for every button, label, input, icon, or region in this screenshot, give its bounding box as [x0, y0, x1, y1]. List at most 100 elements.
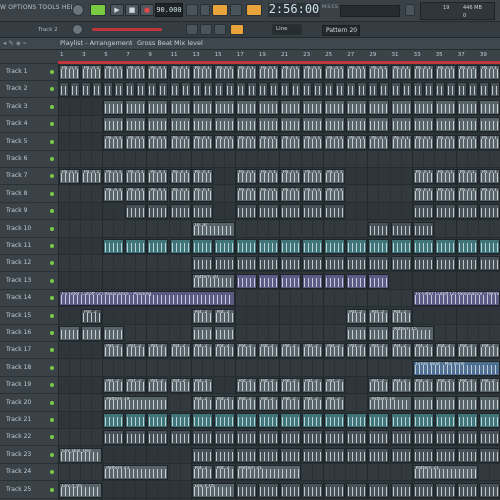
pattern-clip[interactable]	[368, 117, 390, 133]
pattern-clip[interactable]: Pa..n 1	[478, 65, 500, 80]
pattern-clip[interactable]: Pa..n 1	[257, 65, 279, 80]
pattern-clip[interactable]	[434, 117, 456, 133]
track-header[interactable]: Track 10	[0, 221, 58, 238]
pattern-clip[interactable]	[390, 482, 412, 498]
pattern-clip[interactable]	[147, 82, 158, 98]
pattern-clip[interactable]	[191, 413, 213, 428]
countdown-icon[interactable]	[212, 4, 228, 16]
pattern-clip[interactable]	[191, 99, 213, 115]
pattern-clip[interactable]: Pa..n 1	[125, 134, 147, 150]
pattern-clip[interactable]	[434, 239, 456, 254]
pattern-clip[interactable]	[412, 482, 434, 498]
pattern-clip[interactable]: Pa..n 1	[81, 65, 103, 80]
pattern-clip[interactable]	[346, 273, 368, 289]
pattern-clip[interactable]: Pa..n 1	[191, 134, 213, 150]
pattern-clip[interactable]: Pat..2	[324, 395, 346, 411]
track-header[interactable]: Track 21	[0, 412, 58, 429]
track-header[interactable]: Track 6	[0, 151, 58, 168]
pattern-clip[interactable]	[213, 430, 235, 446]
pattern-clip[interactable]	[456, 256, 478, 272]
track-mute-led[interactable]	[50, 418, 54, 422]
pattern-clip[interactable]: Pat..2	[257, 395, 279, 411]
pattern-clip[interactable]: Pat..2	[368, 378, 390, 394]
pattern-clip[interactable]	[213, 117, 235, 133]
track-header[interactable]: Track 12	[0, 255, 58, 273]
track-mute-led[interactable]	[50, 209, 54, 214]
pattern-clip[interactable]: Lev..t_05	[59, 482, 103, 498]
pattern-clip[interactable]	[268, 82, 279, 98]
pattern-clip[interactable]	[103, 430, 125, 446]
mixer-icon[interactable]	[405, 4, 415, 16]
pattern-clip[interactable]	[191, 82, 202, 98]
pattern-clip[interactable]	[213, 99, 235, 115]
track-header[interactable]: Track 14	[0, 290, 58, 308]
track-mute-led[interactable]	[50, 191, 54, 196]
pattern-clip[interactable]: Pat..2	[191, 343, 213, 359]
pattern-clip[interactable]	[390, 82, 401, 98]
pattern-clip[interactable]	[346, 256, 368, 272]
pattern-clip[interactable]	[125, 204, 147, 220]
pattern-clip[interactable]	[280, 482, 302, 498]
pattern-clip[interactable]: Pa..n 1	[235, 169, 257, 185]
pattern-clip[interactable]: Pat..2	[169, 378, 191, 394]
pattern-clip[interactable]	[280, 273, 302, 289]
pattern-clip[interactable]: Pa..n 1	[59, 169, 81, 185]
track-header[interactable]: Track 7	[0, 168, 58, 186]
pattern-clip[interactable]: Pat..2	[412, 378, 434, 394]
pattern-clip[interactable]	[434, 82, 445, 98]
track-mute-led[interactable]	[50, 70, 54, 74]
master-pitch-slider[interactable]	[92, 28, 162, 31]
track-mute-led[interactable]	[50, 157, 54, 161]
track-header[interactable]: Track 13	[0, 273, 58, 290]
pattern-clip[interactable]: Pa..n 1	[434, 134, 456, 150]
pattern-clip[interactable]: Pa..n 1	[191, 169, 213, 185]
pattern-clip[interactable]	[324, 273, 346, 289]
pattern-clip[interactable]	[478, 204, 500, 220]
pattern-clip[interactable]	[456, 413, 478, 428]
pattern-clip[interactable]: Pa..n 1	[103, 169, 125, 185]
pattern-clip[interactable]: Pattern 19	[368, 395, 412, 411]
pattern-clip[interactable]: Pa..n 1	[346, 65, 368, 80]
pattern-clip[interactable]	[169, 117, 191, 133]
track-header[interactable]: Track 8	[0, 186, 58, 203]
pattern-clip[interactable]	[158, 82, 169, 98]
pattern-clip[interactable]	[213, 326, 235, 341]
pattern-clip[interactable]: Pat..2	[434, 343, 456, 359]
pattern-clip[interactable]	[202, 82, 213, 98]
pattern-clip[interactable]	[291, 82, 302, 98]
pattern-clip[interactable]	[235, 82, 246, 98]
pattern-clip[interactable]: Lev..t_05	[191, 482, 235, 498]
pattern-clip[interactable]	[136, 82, 147, 98]
playlist-tools-icon[interactable]: ◂ ✎ ◈ ⌁	[3, 38, 27, 49]
pattern-clip[interactable]: Pa..n 1	[302, 186, 324, 202]
pattern-clip[interactable]	[191, 204, 213, 220]
pattern-clip[interactable]	[147, 239, 169, 254]
pattern-clip[interactable]	[324, 430, 346, 446]
pattern-clip[interactable]	[125, 430, 147, 446]
pattern-clip[interactable]: Pa..n 1	[412, 134, 434, 150]
pattern-clip[interactable]: Pa..n 1	[346, 134, 368, 150]
pattern-clip[interactable]: Pat..2	[456, 378, 478, 394]
pattern-clip[interactable]: Pa..n 1	[235, 65, 257, 80]
pattern-clip[interactable]: Pa..n 1	[456, 134, 478, 150]
pattern-clip[interactable]	[235, 99, 257, 115]
channel-rack-icon[interactable]	[214, 24, 226, 35]
pattern-clip[interactable]: Pat..2	[103, 378, 125, 394]
pattern-clip[interactable]	[456, 204, 478, 220]
tempo-display[interactable]: 90.000	[155, 3, 183, 17]
pattern-clip[interactable]	[224, 82, 235, 98]
pattern-clip[interactable]	[324, 117, 346, 133]
pattern-clip[interactable]: Le..ar	[191, 221, 235, 237]
pattern-clip[interactable]: Pat..2	[147, 343, 169, 359]
pattern-clip[interactable]	[412, 413, 434, 428]
track-header[interactable]: Track 20	[0, 395, 58, 412]
pattern-clip[interactable]	[169, 99, 191, 115]
pattern-clip[interactable]	[346, 447, 368, 463]
pattern-clip[interactable]	[456, 82, 467, 98]
pattern-clip[interactable]	[235, 117, 257, 133]
pattern-clip[interactable]	[368, 413, 390, 428]
pattern-clip[interactable]: Pat..2	[324, 378, 346, 394]
pattern-clip[interactable]	[390, 447, 412, 463]
pattern-clip[interactable]	[147, 99, 169, 115]
wait-icon[interactable]	[200, 4, 210, 16]
